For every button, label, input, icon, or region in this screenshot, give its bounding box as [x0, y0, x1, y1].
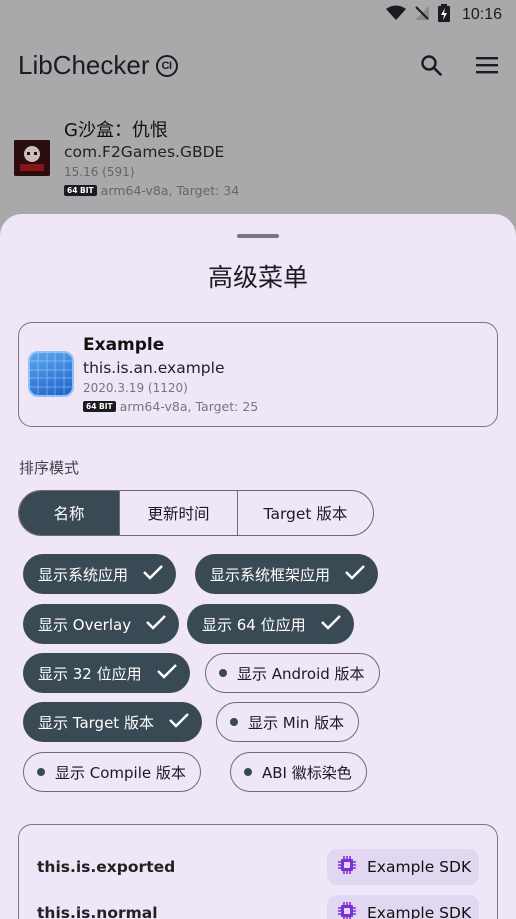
chip-label: 显示 32 位应用 [38, 664, 142, 683]
app-version: 15.16 (591) [64, 165, 135, 179]
sdk-row: this.is.normal Example SDK [19, 891, 497, 919]
chip-show-32bit-apps[interactable]: 显示 32 位应用 [23, 653, 190, 693]
component-package: this.is.normal [37, 904, 158, 919]
chip-processor-icon [337, 855, 357, 879]
no-signal-icon [414, 5, 430, 25]
sort-option-name[interactable]: 名称 [19, 491, 119, 535]
check-icon [156, 663, 178, 683]
check-icon [344, 564, 366, 584]
abi-target: arm64-v8a, Target: 25 [119, 399, 259, 414]
app-title: LibChecker CI [18, 50, 178, 81]
app-icon [14, 140, 50, 176]
sdk-preview-card: this.is.exported Example SDK this.is.nor… [18, 824, 498, 919]
chip-label: 显示 Android 版本 [237, 664, 365, 683]
chip-abi-badge-tint[interactable]: ABI 徽标染色 [230, 752, 367, 792]
chip-show-system-apps[interactable]: 显示系统应用 [23, 554, 177, 594]
sort-option-update-time[interactable]: 更新时间 [119, 491, 237, 535]
chip-show-target-version[interactable]: 显示 Target 版本 [23, 702, 202, 742]
chip-show-64bit-apps[interactable]: 显示 64 位应用 [187, 604, 354, 644]
example-app-icon [28, 351, 74, 397]
battery-charging-icon [437, 4, 450, 26]
sdk-chip[interactable]: Example SDK [327, 895, 479, 919]
app-bar: LibChecker CI [0, 40, 516, 90]
unchecked-dot-icon [244, 768, 252, 776]
status-bar: 10:16 [0, 0, 516, 28]
sort-option-target-version[interactable]: Target 版本 [237, 491, 373, 535]
search-icon[interactable] [418, 52, 444, 78]
app-list-item[interactable]: G沙盒：仇恨 com.F2Games.GBDE 15.16 (591) 64 B… [14, 116, 504, 206]
chip-label: 显示 Min 版本 [248, 713, 345, 732]
example-app-version: 2020.3.19 (1120) [83, 381, 188, 395]
chip-show-overlay[interactable]: 显示 Overlay [23, 604, 180, 644]
chip-label: 显示 Overlay [38, 615, 132, 634]
chip-label: 显示系统应用 [38, 565, 129, 584]
app-name: G沙盒：仇恨 [64, 120, 168, 141]
check-icon [145, 614, 167, 634]
sdk-row: this.is.exported Example SDK [19, 845, 497, 891]
unchecked-dot-icon [230, 718, 238, 726]
menu-icon[interactable] [474, 52, 500, 78]
chip-show-compile-version[interactable]: 显示 Compile 版本 [23, 752, 201, 792]
chip-label: ABI 徽标染色 [262, 763, 352, 782]
sdk-chip[interactable]: Example SDK [327, 849, 479, 885]
app-abi-line: 64 BIT arm64-v8a, Target: 34 [64, 183, 239, 198]
advanced-menu-sheet: 高级菜单 Example this.is.an.example 2020.3.1… [0, 214, 516, 919]
status-time: 10:16 [461, 6, 502, 23]
sort-mode-toggle-group: 名称 更新时间 Target 版本 [18, 490, 374, 536]
chip-label: 显示 Compile 版本 [55, 763, 186, 782]
component-package: this.is.exported [37, 858, 176, 876]
example-app-name: Example [83, 335, 165, 355]
drag-handle[interactable] [237, 234, 279, 238]
abi-target: arm64-v8a, Target: 34 [100, 183, 240, 198]
ci-badge: CI [155, 54, 178, 77]
sheet-title: 高级菜单 [207, 263, 308, 292]
status-icons: 10:16 [385, 4, 502, 26]
app-title-text: LibChecker [18, 50, 150, 80]
bit-badge: 64 BIT [83, 400, 116, 413]
chip-label: 显示 64 位应用 [202, 615, 306, 634]
chip-processor-icon [337, 901, 357, 919]
check-icon [142, 564, 164, 584]
unchecked-dot-icon [219, 669, 227, 677]
example-app-card: Example this.is.an.example 2020.3.19 (11… [18, 322, 498, 427]
sdk-label: Example SDK [367, 858, 472, 876]
check-icon [168, 712, 190, 732]
sdk-label: Example SDK [367, 904, 472, 919]
sort-mode-label: 排序模式 [19, 459, 80, 477]
bit-badge: 64 BIT [64, 184, 97, 197]
app-package: com.F2Games.GBDE [64, 143, 225, 161]
chip-show-system-framework-apps[interactable]: 显示系统框架应用 [195, 554, 379, 594]
example-app-package: this.is.an.example [83, 359, 225, 377]
chip-label: 显示系统框架应用 [210, 565, 331, 584]
chip-show-min-version[interactable]: 显示 Min 版本 [216, 702, 360, 742]
app-bar-actions [418, 52, 500, 78]
example-app-abi-line: 64 BIT arm64-v8a, Target: 25 [83, 399, 258, 414]
wifi-icon [385, 5, 406, 25]
check-icon [320, 614, 342, 634]
unchecked-dot-icon [37, 768, 45, 776]
chip-show-android-version[interactable]: 显示 Android 版本 [205, 653, 380, 693]
chip-label: 显示 Target 版本 [38, 713, 154, 732]
